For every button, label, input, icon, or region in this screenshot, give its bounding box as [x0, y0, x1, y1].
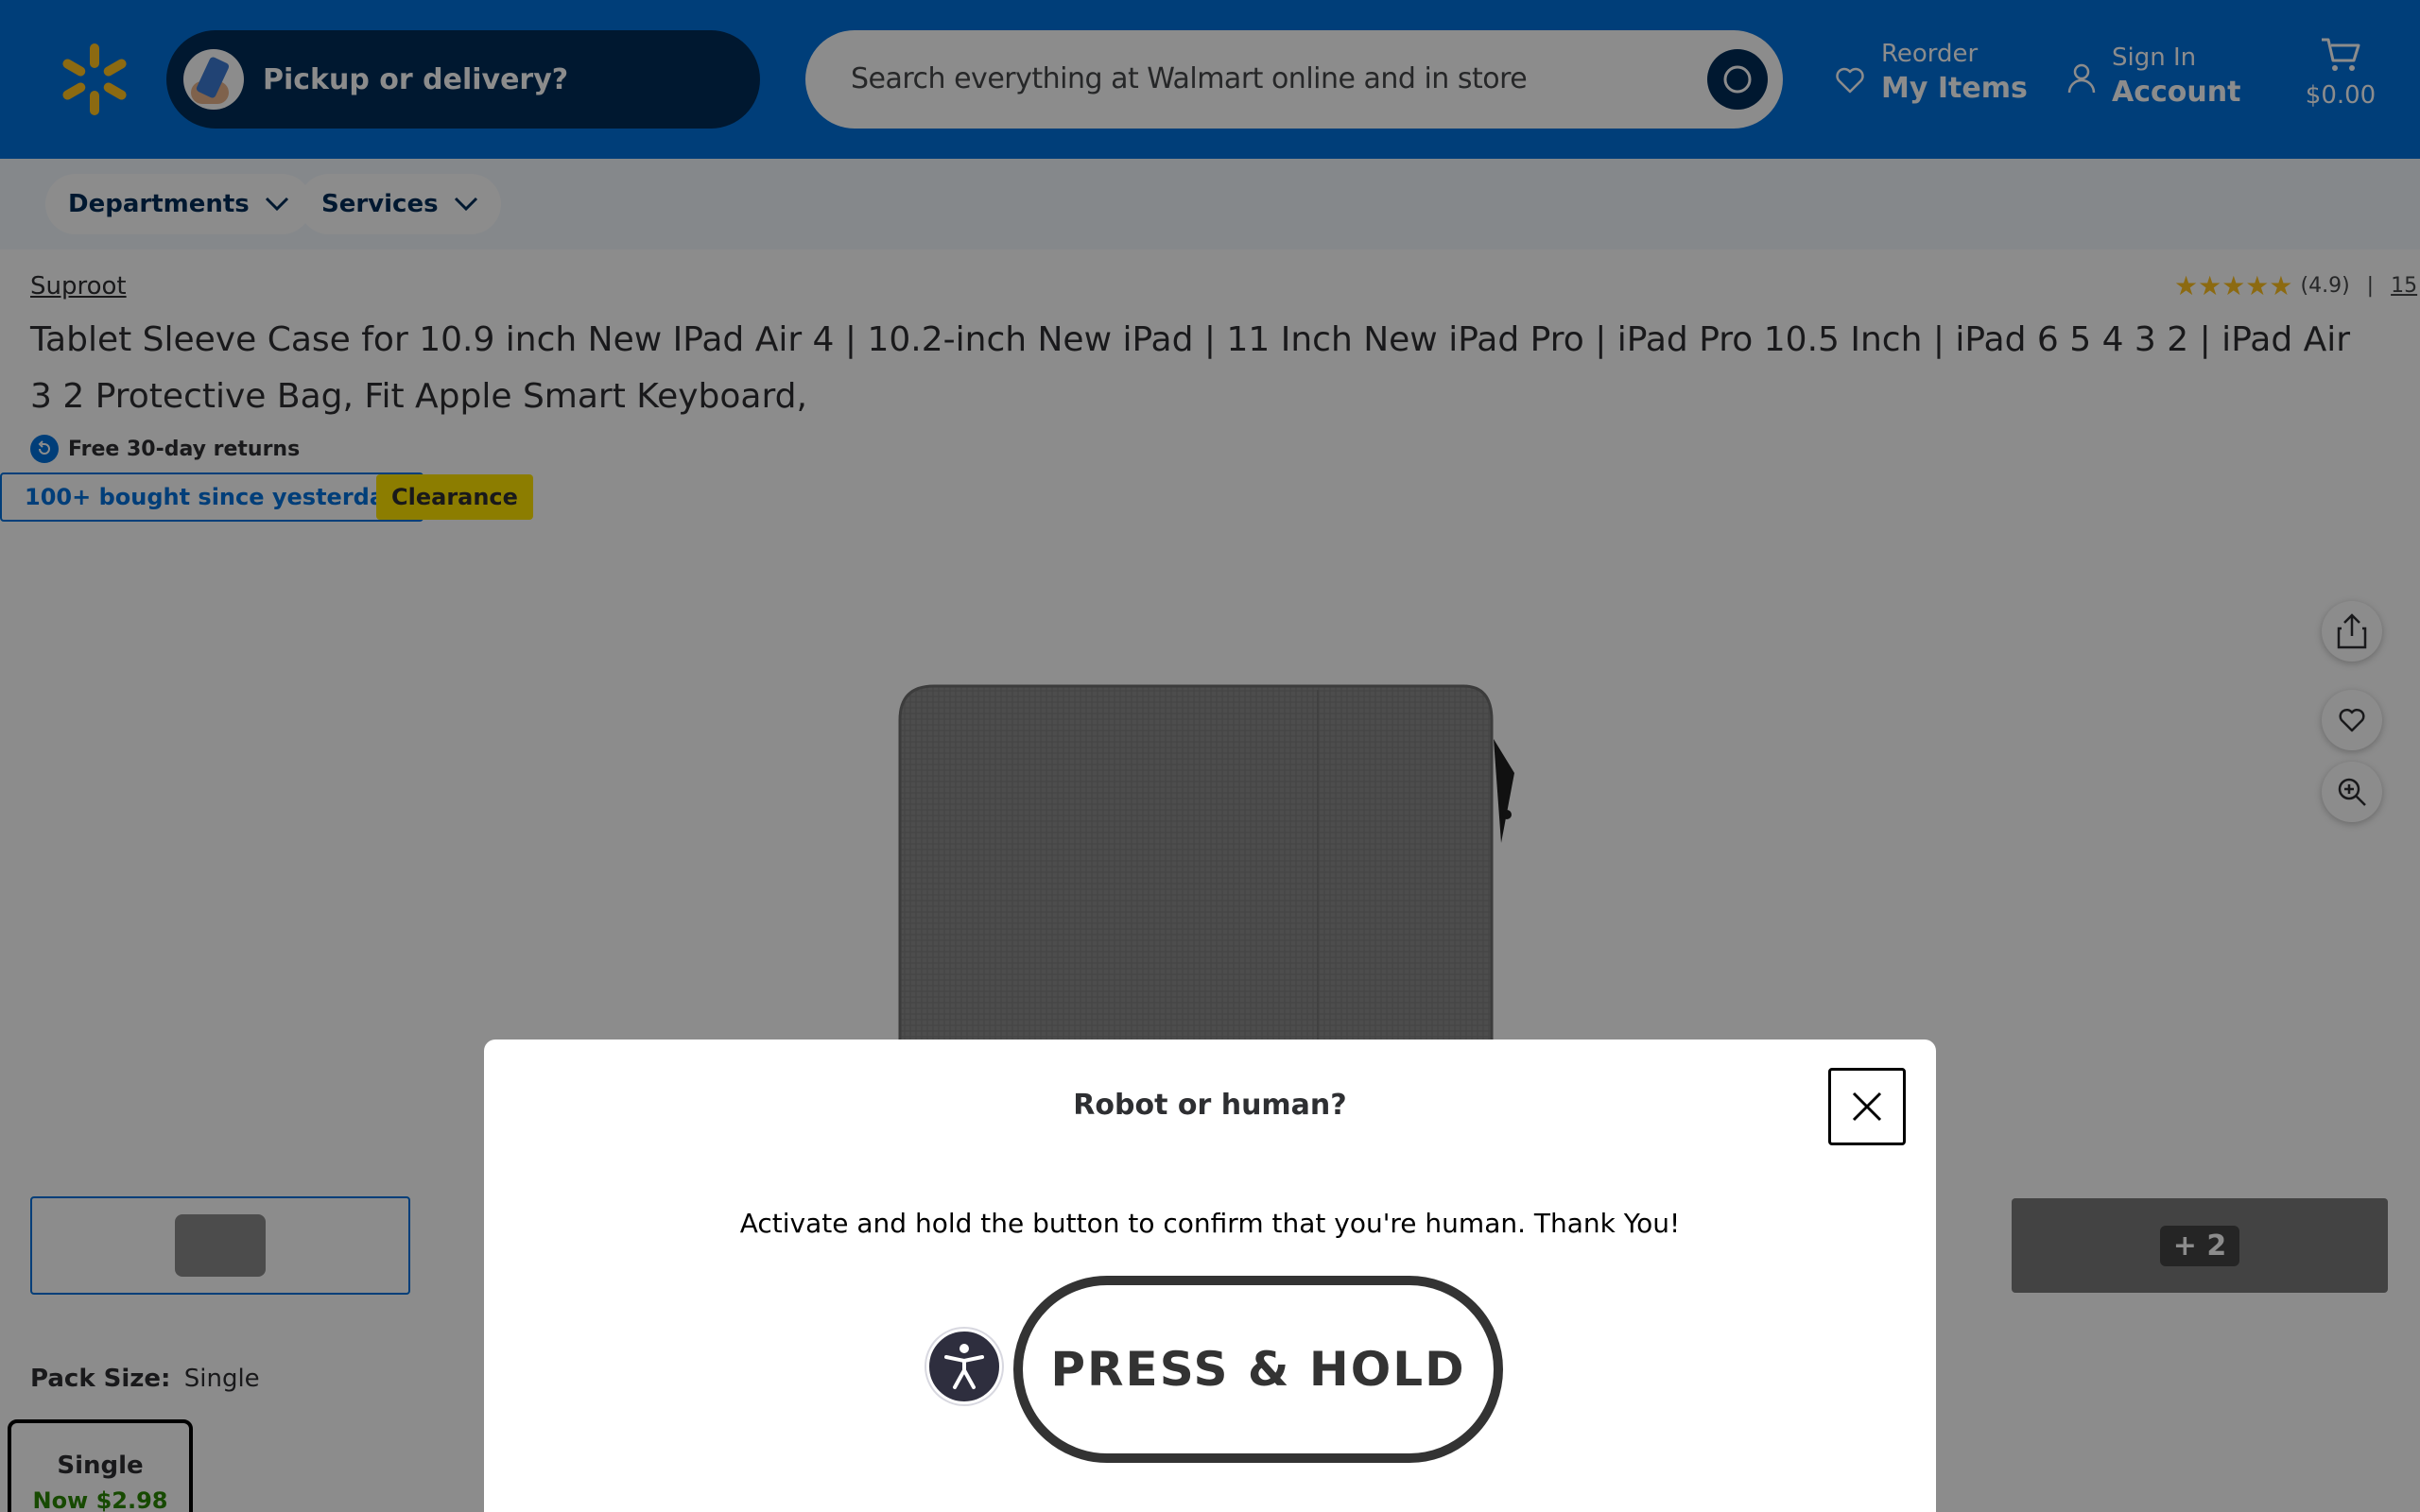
accessibility-button[interactable]: [926, 1329, 1002, 1404]
press-and-hold-button[interactable]: PRESS & HOLD: [1013, 1276, 1503, 1463]
close-button[interactable]: [1828, 1068, 1906, 1145]
captcha-dialog: Robot or human? Activate and hold the bu…: [484, 1040, 1936, 1512]
accessibility-icon: [944, 1344, 984, 1389]
close-icon: [1852, 1091, 1882, 1122]
dialog-message: Activate and hold the button to confirm …: [739, 1208, 1681, 1239]
dialog-title: Robot or human?: [1073, 1089, 1347, 1122]
